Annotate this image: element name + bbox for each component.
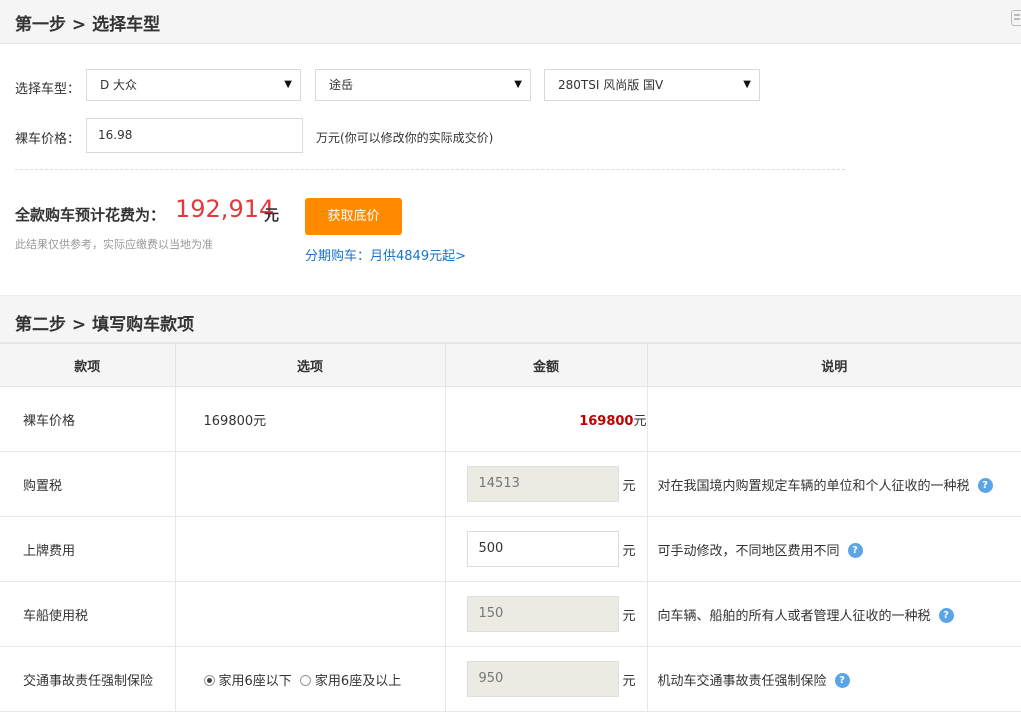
- fee-note: 可手动修改，不同地区费用不同?: [647, 516, 1021, 582]
- fee-option: 家用6座以下 家用6座及以上: [175, 646, 446, 712]
- fee-amount-unit: 元: [622, 674, 636, 689]
- fee-amount: 150 元: [445, 581, 648, 647]
- fee-name: 购置税: [0, 451, 176, 517]
- table-row: 交通事故责任强制保险 家用6座以下 家用6座及以上 950 元 机动车交通事故责…: [0, 646, 1021, 712]
- model-select-value: 途岳: [329, 78, 354, 92]
- radio-label-6-and-above[interactable]: 家用6座及以上: [315, 674, 401, 689]
- model-select[interactable]: 途岳 ▼: [315, 69, 531, 101]
- chevron-down-icon: ▼: [284, 79, 292, 90]
- column-header-note: 说明: [646, 343, 1021, 387]
- step1-title: 第一步 > 选择车型: [15, 15, 161, 35]
- fee-amount-unit: 元: [633, 413, 647, 429]
- price-hint: 万元(你可以修改你的实际成交价): [316, 131, 494, 145]
- fee-amount: 14513 元: [445, 451, 648, 517]
- fee-note-text: 机动车交通事故责任强制保险: [657, 673, 827, 689]
- insurance-field: 950: [466, 661, 619, 697]
- help-icon[interactable]: ?: [834, 672, 850, 688]
- registration-fee-input[interactable]: 500: [466, 531, 619, 567]
- price-label: 裸车价格：: [15, 132, 81, 147]
- chevron-down-icon: ▼: [743, 79, 751, 90]
- fee-amount-unit: 元: [622, 544, 636, 559]
- share-icon[interactable]: [1011, 10, 1021, 26]
- fee-amount: 500 元: [445, 516, 648, 582]
- fee-note: 对在我国境内购置规定车辆的单位和个人征收的一种税?: [647, 451, 1021, 517]
- table-row: 裸车价格 169800元 169800元: [0, 386, 1021, 452]
- fee-name: 上牌费用: [0, 516, 176, 582]
- table-header-row: 款项 选项 金额 说明: [0, 343, 1021, 387]
- installment-link[interactable]: 分期购车：月供4849元起>: [305, 245, 466, 264]
- fee-amount: 169800元: [445, 386, 648, 452]
- total-cost-label: 全款购车预计花费为：: [15, 206, 166, 224]
- fee-note: 向车辆、船舶的所有人或者管理人征收的一种税?: [647, 581, 1021, 647]
- fee-amount: 950 元: [445, 646, 648, 712]
- table-row: 上牌费用 500 元 可手动修改，不同地区费用不同?: [0, 516, 1021, 582]
- fee-amount-value: 169800: [579, 413, 634, 429]
- help-icon[interactable]: ?: [847, 542, 863, 558]
- trim-select-value: 280TSI 风尚版 国V: [558, 78, 664, 92]
- brand-select-value: D 大众: [100, 78, 138, 92]
- trim-select[interactable]: 280TSI 风尚版 国V ▼: [544, 69, 760, 101]
- purchase-tax-field: 14513: [466, 466, 619, 502]
- select-model-label: 选择车型：: [15, 82, 81, 97]
- fee-note-text: 可手动修改，不同地区费用不同: [657, 543, 840, 559]
- column-header-item: 款项: [0, 343, 176, 387]
- disclaimer-text: 此结果仅供参考，实际应缴费以当地为准: [15, 238, 213, 251]
- fee-note: 机动车交通事故责任强制保险?: [647, 646, 1021, 712]
- fee-amount-unit: 元: [622, 479, 636, 494]
- vehicle-tax-field: 150: [466, 596, 619, 632]
- price-input[interactable]: 16.98: [86, 118, 303, 153]
- fee-option: 169800元: [175, 386, 446, 452]
- step1-header: 第一步 > 选择车型: [0, 0, 1021, 44]
- fee-table: 款项 选项 金额 说明 裸车价格 169800元 169800元 购置税 145…: [0, 343, 1021, 712]
- radio-6-seats-and-above[interactable]: [299, 674, 311, 686]
- fee-option: [175, 581, 446, 647]
- fee-amount-unit: 元: [622, 609, 636, 624]
- help-icon[interactable]: ?: [938, 607, 954, 623]
- radio-label-under-6[interactable]: 家用6座以下: [219, 674, 292, 689]
- radio-under-6-seats[interactable]: [203, 674, 215, 686]
- step2-header: 第二步 > 填写购车款项: [0, 295, 1021, 343]
- total-cost-unit: 元: [264, 206, 280, 224]
- fee-name: 裸车价格: [0, 386, 176, 452]
- total-cost-value: 192,914: [175, 195, 275, 223]
- fee-name: 车船使用税: [0, 581, 176, 647]
- brand-select[interactable]: D 大众 ▼: [86, 69, 301, 101]
- table-row: 购置税 14513 元 对在我国境内购置规定车辆的单位和个人征收的一种税?: [0, 451, 1021, 517]
- fee-option: [175, 516, 446, 582]
- fee-name: 交通事故责任强制保险: [0, 646, 176, 712]
- fee-note-text: 对在我国境内购置规定车辆的单位和个人征收的一种税: [657, 478, 970, 494]
- fee-note-text: 向车辆、船舶的所有人或者管理人征收的一种税: [657, 608, 931, 624]
- get-lowest-price-button[interactable]: 获取底价: [305, 198, 402, 235]
- divider: [15, 169, 845, 170]
- help-icon[interactable]: ?: [977, 477, 993, 493]
- table-row: 车船使用税 150 元 向车辆、船舶的所有人或者管理人征收的一种税?: [0, 581, 1021, 647]
- step2-title: 第二步 > 填写购车款项: [15, 315, 195, 335]
- column-header-option: 选项: [174, 343, 446, 387]
- chevron-down-icon: ▼: [514, 79, 522, 90]
- column-header-amount: 金额: [444, 343, 648, 387]
- fee-note: [647, 386, 1021, 452]
- fee-option: [175, 451, 446, 517]
